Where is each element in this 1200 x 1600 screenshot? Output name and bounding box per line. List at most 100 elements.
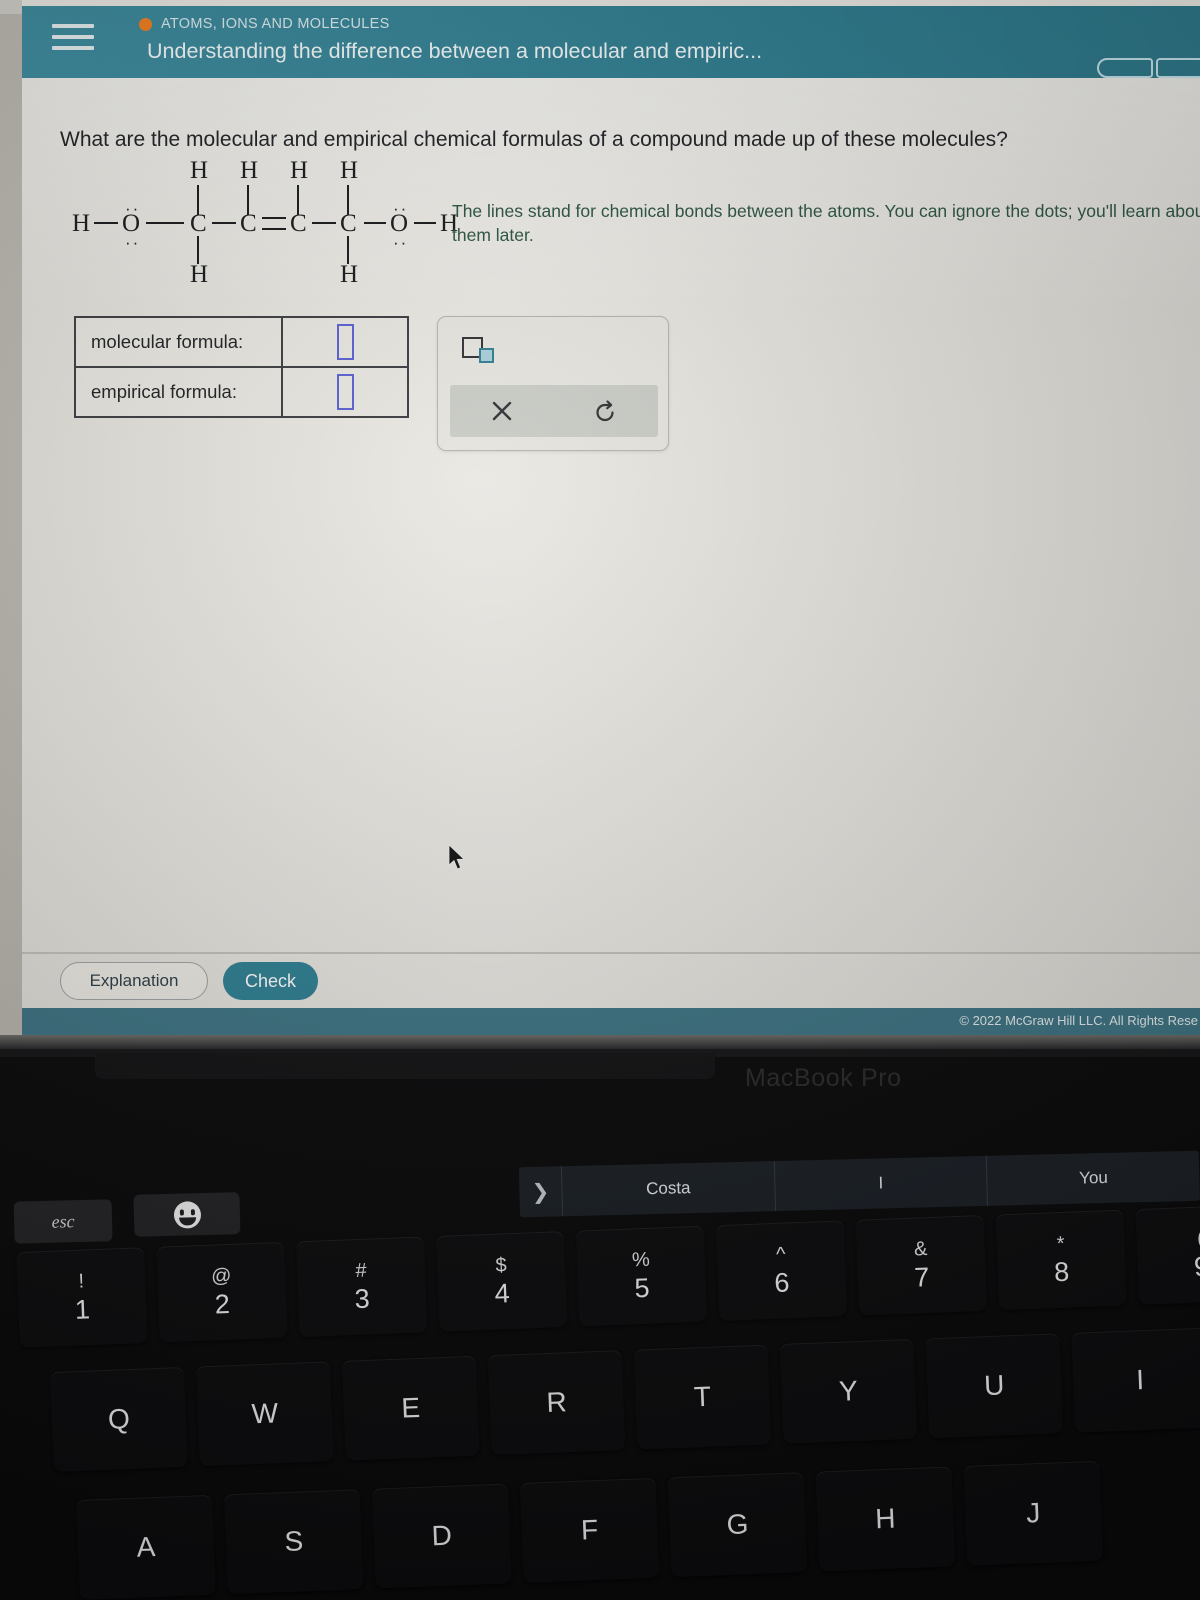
molecular-formula-input[interactable] — [336, 324, 354, 360]
key-h[interactable]: H — [815, 1466, 956, 1572]
hint-text: The lines stand for chemical bonds betwe… — [452, 201, 1200, 245]
key-a[interactable]: A — [76, 1494, 216, 1600]
key-2[interactable]: @ 2 — [156, 1241, 288, 1343]
bond-C4-O-right — [364, 222, 386, 225]
key-upper-label: ! — [78, 1270, 85, 1293]
bond-C1-C2 — [212, 222, 236, 225]
key-t[interactable]: T — [633, 1344, 772, 1450]
key-e[interactable]: E — [341, 1355, 480, 1461]
key-label: F — [580, 1514, 599, 1546]
key-upper-label: * — [1056, 1232, 1065, 1256]
check-button[interactable]: Check — [223, 962, 319, 1000]
atom-H-bottom-2: H — [340, 261, 359, 288]
key-7[interactable]: & 7 — [855, 1214, 988, 1316]
key-8[interactable]: * 8 — [995, 1209, 1128, 1311]
key-lower-label: 9 — [1193, 1251, 1200, 1282]
undo-button[interactable] — [554, 385, 658, 437]
molecular-formula-label: molecular formula: — [74, 316, 283, 368]
esc-key[interactable]: esc — [13, 1199, 113, 1244]
question-text: What are the molecular and empirical che… — [60, 128, 1008, 151]
screenshot-root: ATOMS, IONS AND MOLECULES Understanding … — [0, 0, 1200, 1600]
hamburger-menu-icon[interactable] — [52, 20, 94, 54]
key-upper-label: $ — [495, 1254, 508, 1277]
bond-C3-C4 — [312, 222, 336, 225]
bond-O-C1 — [146, 222, 184, 225]
key-label: R — [545, 1386, 568, 1418]
chapter-eyebrow: ATOMS, IONS AND MOLECULES — [139, 16, 390, 32]
empirical-formula-input[interactable] — [336, 374, 354, 410]
key-label: D — [430, 1519, 453, 1552]
editor-toolbar — [450, 385, 658, 437]
atom-C4: C — [340, 210, 357, 237]
key-lower-label: 6 — [773, 1267, 790, 1298]
header-pill-left-icon[interactable] — [1097, 58, 1153, 78]
key-4[interactable]: $ 4 — [435, 1230, 568, 1332]
key-q[interactable]: Q — [50, 1366, 188, 1472]
x-clear-icon — [492, 401, 512, 421]
key-label: A — [135, 1531, 156, 1563]
suggestion-item-2[interactable]: I — [773, 1155, 988, 1212]
key-lower-label: 4 — [494, 1278, 511, 1309]
lid-edge — [0, 1035, 1200, 1049]
key-d[interactable]: D — [371, 1483, 512, 1589]
suggestion-item-1[interactable]: Costa — [560, 1161, 775, 1217]
header-pill-right-icon[interactable] — [1156, 58, 1200, 78]
key-label: Q — [107, 1403, 131, 1435]
bond-C2-C3-lower — [262, 228, 286, 231]
key-label: G — [726, 1508, 749, 1541]
key-lower-label: 1 — [74, 1294, 91, 1325]
clear-button[interactable] — [450, 385, 554, 437]
table-row: molecular formula: — [74, 316, 409, 368]
answer-table: molecular formula: empirical formula: — [74, 316, 409, 418]
key-y[interactable]: Y — [779, 1338, 918, 1444]
undo-reset-icon — [596, 400, 614, 422]
atom-H-bottom-1: H — [190, 261, 209, 288]
cursor-arrow-icon — [448, 844, 465, 870]
lone-pair-O-right-top: ·· — [393, 199, 409, 218]
key-lower-label: 2 — [214, 1288, 231, 1320]
key-r[interactable]: R — [487, 1350, 626, 1456]
bond-C2-C3-upper — [262, 217, 286, 220]
chapter-label: ATOMS, IONS AND MOLECULES — [161, 16, 390, 32]
explanation-button[interactable]: Explanation — [60, 962, 208, 1000]
key-f[interactable]: F — [519, 1477, 660, 1583]
lewis-structure-diagram: H H H H H O ·· ·· C C C C O ·· ·· H H H — [72, 158, 462, 293]
key-label: I — [1135, 1364, 1145, 1396]
key-w[interactable]: W — [195, 1361, 334, 1467]
key-label: U — [983, 1369, 1005, 1402]
key-3[interactable]: # 3 — [295, 1236, 428, 1338]
key-5[interactable]: % 5 — [575, 1225, 708, 1327]
key-upper-label: ^ — [775, 1243, 786, 1266]
key-label: S — [283, 1525, 304, 1558]
key-6[interactable]: ^ 6 — [715, 1220, 848, 1322]
copyright-text: © 2022 McGraw Hill LLC. All Rights Rese — [959, 1013, 1198, 1028]
key-lower-label: 7 — [913, 1262, 930, 1293]
emoji-key[interactable] — [133, 1192, 241, 1237]
key-9[interactable]: ( 9 — [1135, 1204, 1200, 1305]
suggestion-item-3[interactable]: You — [986, 1150, 1200, 1206]
key-i[interactable]: I — [1071, 1327, 1200, 1433]
app-header-bar: ATOMS, IONS AND MOLECULES Understanding … — [22, 6, 1200, 78]
header-right-controls[interactable] — [1097, 58, 1200, 78]
subscript-index-box — [479, 348, 494, 363]
footer-divider — [22, 952, 1200, 954]
suggestion-caret-icon[interactable]: ❯ — [519, 1179, 562, 1205]
bond-H-O-left — [94, 222, 118, 225]
key-upper-label: @ — [210, 1264, 232, 1288]
bond-C4-H-bottom — [347, 236, 350, 264]
key-g[interactable]: G — [667, 1472, 808, 1578]
key-label: W — [251, 1397, 279, 1430]
page-title: Understanding the difference between a m… — [147, 39, 763, 63]
worksheet-body: What are the molecular and empirical che… — [22, 78, 1200, 1008]
key-1[interactable]: ! 1 — [16, 1247, 148, 1348]
atom-H-top-2: H — [240, 157, 259, 184]
empirical-formula-cell[interactable] — [281, 366, 409, 418]
action-buttons: Explanation Check — [60, 962, 319, 1000]
key-j[interactable]: J — [963, 1460, 1104, 1566]
formula-editor-panel — [437, 316, 669, 451]
key-u[interactable]: U — [925, 1333, 1064, 1439]
subscript-icon[interactable] — [462, 337, 496, 363]
key-s[interactable]: S — [223, 1489, 364, 1595]
hinge-notch — [95, 1053, 715, 1079]
molecular-formula-cell[interactable] — [281, 316, 409, 368]
